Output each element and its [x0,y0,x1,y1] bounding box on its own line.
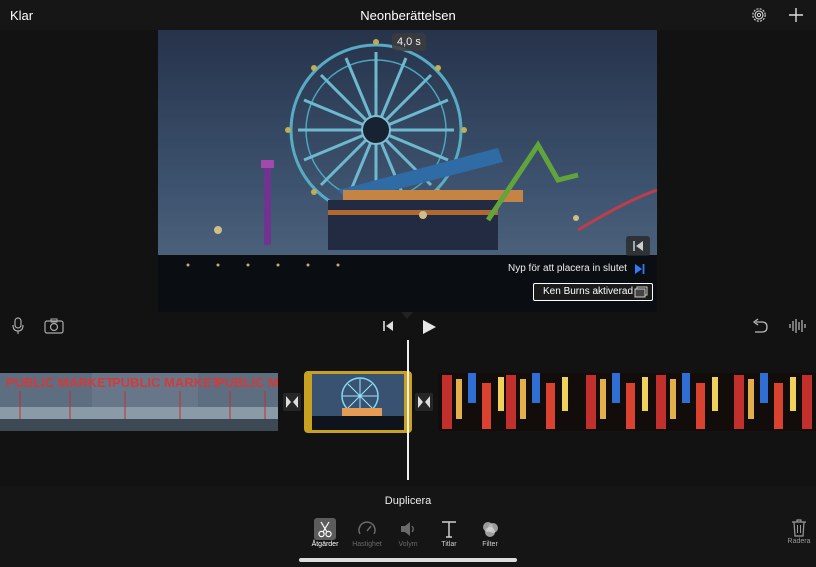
waveform-icon[interactable] [788,318,806,334]
skip-to-start-icon[interactable] [382,320,394,332]
top-bar: Klar Neonberättelsen [0,0,816,30]
trash-icon [792,519,806,537]
gear-icon[interactable] [751,7,767,23]
action-title[interactable]: Duplicera [0,495,816,507]
ken-burns-label: Ken Burns aktiverad [543,286,634,297]
undo-icon[interactable] [751,318,769,334]
project-title: Neonberättelsen [360,8,456,23]
plus-icon[interactable] [788,7,804,23]
delete-label: Radera [787,538,811,545]
bottom-toolbar: Duplicera Åtgärder Hastighet Volym Titla… [0,486,816,567]
video-viewer: 4,0 s Nyp för att placera in slutet Ken … [0,30,816,312]
skip-end-icon[interactable] [632,262,646,276]
ken-burns-toggle[interactable]: Ken Burns aktiverad [533,283,653,301]
clip-sign-text: PUBLIC MARKET [6,375,114,390]
ken-burns-start-button[interactable] [626,236,650,256]
scissors-icon [314,518,336,540]
speaker-icon [401,522,414,536]
tool-label: Filter [482,541,498,548]
delete-button[interactable]: Radera [784,518,814,545]
tool-actions[interactable]: Åtgärder [301,518,349,548]
playback-controls [0,312,816,340]
playhead[interactable] [407,340,409,480]
skip-start-icon [633,241,643,251]
pinch-hint-row: Nyp för att placera in slutet [500,260,650,278]
pinch-hint-text: Nyp för att placera in slutet [508,263,627,274]
text-icon [442,521,456,538]
speedometer-icon [358,521,376,535]
microphone-icon[interactable] [11,317,25,335]
timeline-clip[interactable] [438,373,816,431]
timeline[interactable]: PUBLIC MARKET PUBLIC MARKET PUBLIC MARKE… [0,340,816,486]
selected-timeline-clip[interactable] [304,371,412,433]
playhead-pointer [401,312,413,319]
timeline-clip[interactable]: PUBLIC MARKET PUBLIC MARKET PUBLIC MARKE… [0,373,278,431]
transition-icon [286,396,298,408]
filter-icon [483,522,498,537]
transition-button[interactable] [283,393,301,411]
play-icon[interactable] [421,319,437,335]
tool-label: Åtgärder [311,541,339,548]
clip-sign-text: PUBLIC MARKET [112,375,220,390]
tool-filter[interactable]: Filter [466,518,514,548]
ken-burns-icon [634,286,648,298]
duration-badge: 4,0 s [392,33,426,51]
transition-icon [418,396,430,408]
home-indicator [299,558,517,562]
transition-button[interactable] [415,393,433,411]
clip-sign-text: PUBLIC MARKET [216,375,278,390]
camera-icon[interactable] [44,318,64,334]
